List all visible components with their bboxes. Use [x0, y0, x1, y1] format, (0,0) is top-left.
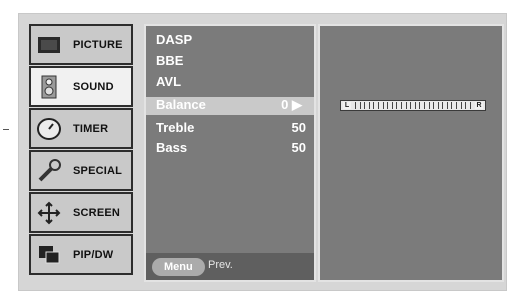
sidebar-item-label: PIP/DW: [73, 248, 114, 261]
sidebar-item-screen[interactable]: SCREEN: [29, 192, 133, 233]
menu-item-value: 50: [291, 140, 306, 155]
menu-item-treble[interactable]: Treble 50: [156, 120, 306, 138]
sidebar: PICTURE SOUND TIMER SPECIAL SCREEN PIP/D…: [29, 24, 133, 275]
tv-screen-icon: [35, 31, 63, 59]
tick: [465, 102, 467, 109]
clock-icon: [35, 115, 63, 143]
tick: [382, 102, 384, 109]
tick: [456, 102, 458, 109]
tick: [391, 102, 393, 109]
menu-item-value: 50: [291, 120, 306, 135]
tick: [446, 102, 448, 109]
tick: [387, 102, 389, 109]
tick: [373, 102, 375, 109]
sidebar-item-label: PICTURE: [73, 38, 123, 51]
tick: [451, 102, 453, 109]
tick: [419, 102, 421, 109]
sidebar-item-label: TIMER: [73, 122, 109, 135]
menu-item-bbe[interactable]: BBE: [156, 53, 306, 71]
wrench-icon: [35, 157, 63, 185]
tick: [359, 102, 361, 109]
prev-label: Prev.: [208, 259, 233, 271]
sidebar-item-special[interactable]: SPECIAL: [29, 150, 133, 191]
menu-item-label: DASP: [156, 32, 193, 47]
sound-menu: DASP BBE AVL Balance 0 ▶ Treble 50 Bass …: [144, 24, 316, 282]
menu-item-label: Bass: [156, 140, 188, 155]
tick: [355, 102, 356, 109]
tick: [377, 102, 379, 109]
menu-item-balance[interactable]: Balance 0 ▶: [146, 97, 314, 115]
pip-windows-icon: [35, 241, 63, 269]
menu-item-label: AVL: [156, 74, 182, 89]
side-marker: [3, 129, 9, 130]
tick: [410, 102, 412, 109]
sidebar-item-timer[interactable]: TIMER: [29, 108, 133, 149]
menu-item-dasp[interactable]: DASP: [156, 32, 306, 50]
tick: [414, 102, 416, 109]
sidebar-item-sound[interactable]: SOUND: [29, 66, 133, 107]
sidebar-item-label: SPECIAL: [73, 164, 123, 177]
menu-item-label: BBE: [156, 53, 184, 68]
menu-footer: Menu Prev.: [146, 253, 314, 280]
tick: [437, 102, 439, 109]
balance-right-label: R: [475, 102, 483, 109]
sidebar-item-picture[interactable]: PICTURE: [29, 24, 133, 65]
tick: [400, 102, 402, 109]
adjust-panel: L R: [318, 24, 504, 282]
move-arrows-icon: [35, 199, 63, 227]
menu-item-bass[interactable]: Bass 50: [156, 140, 306, 158]
balance-slider[interactable]: L R: [340, 100, 486, 111]
tick: [405, 102, 407, 109]
menu-item-label: Treble: [156, 120, 195, 135]
menu-item-value: 0 ▶: [281, 97, 302, 112]
tick: [428, 102, 430, 109]
sidebar-item-label: SOUND: [73, 80, 114, 93]
tick: [469, 102, 471, 109]
tick: [364, 102, 366, 109]
tick: [423, 102, 425, 109]
sidebar-item-pip-dw[interactable]: PIP/DW: [29, 234, 133, 275]
tick: [368, 102, 370, 109]
menu-item-label: Balance: [156, 97, 206, 112]
menu-item-avl[interactable]: AVL: [156, 74, 306, 92]
tick: [460, 102, 462, 109]
tick: [396, 102, 398, 109]
tick: [442, 102, 444, 109]
balance-left-label: L: [343, 102, 351, 109]
speaker-icon: [35, 73, 63, 101]
sidebar-item-label: SCREEN: [73, 206, 121, 219]
balance-ticks: [355, 102, 471, 109]
menu-button[interactable]: Menu: [152, 258, 205, 276]
tick: [433, 102, 435, 109]
